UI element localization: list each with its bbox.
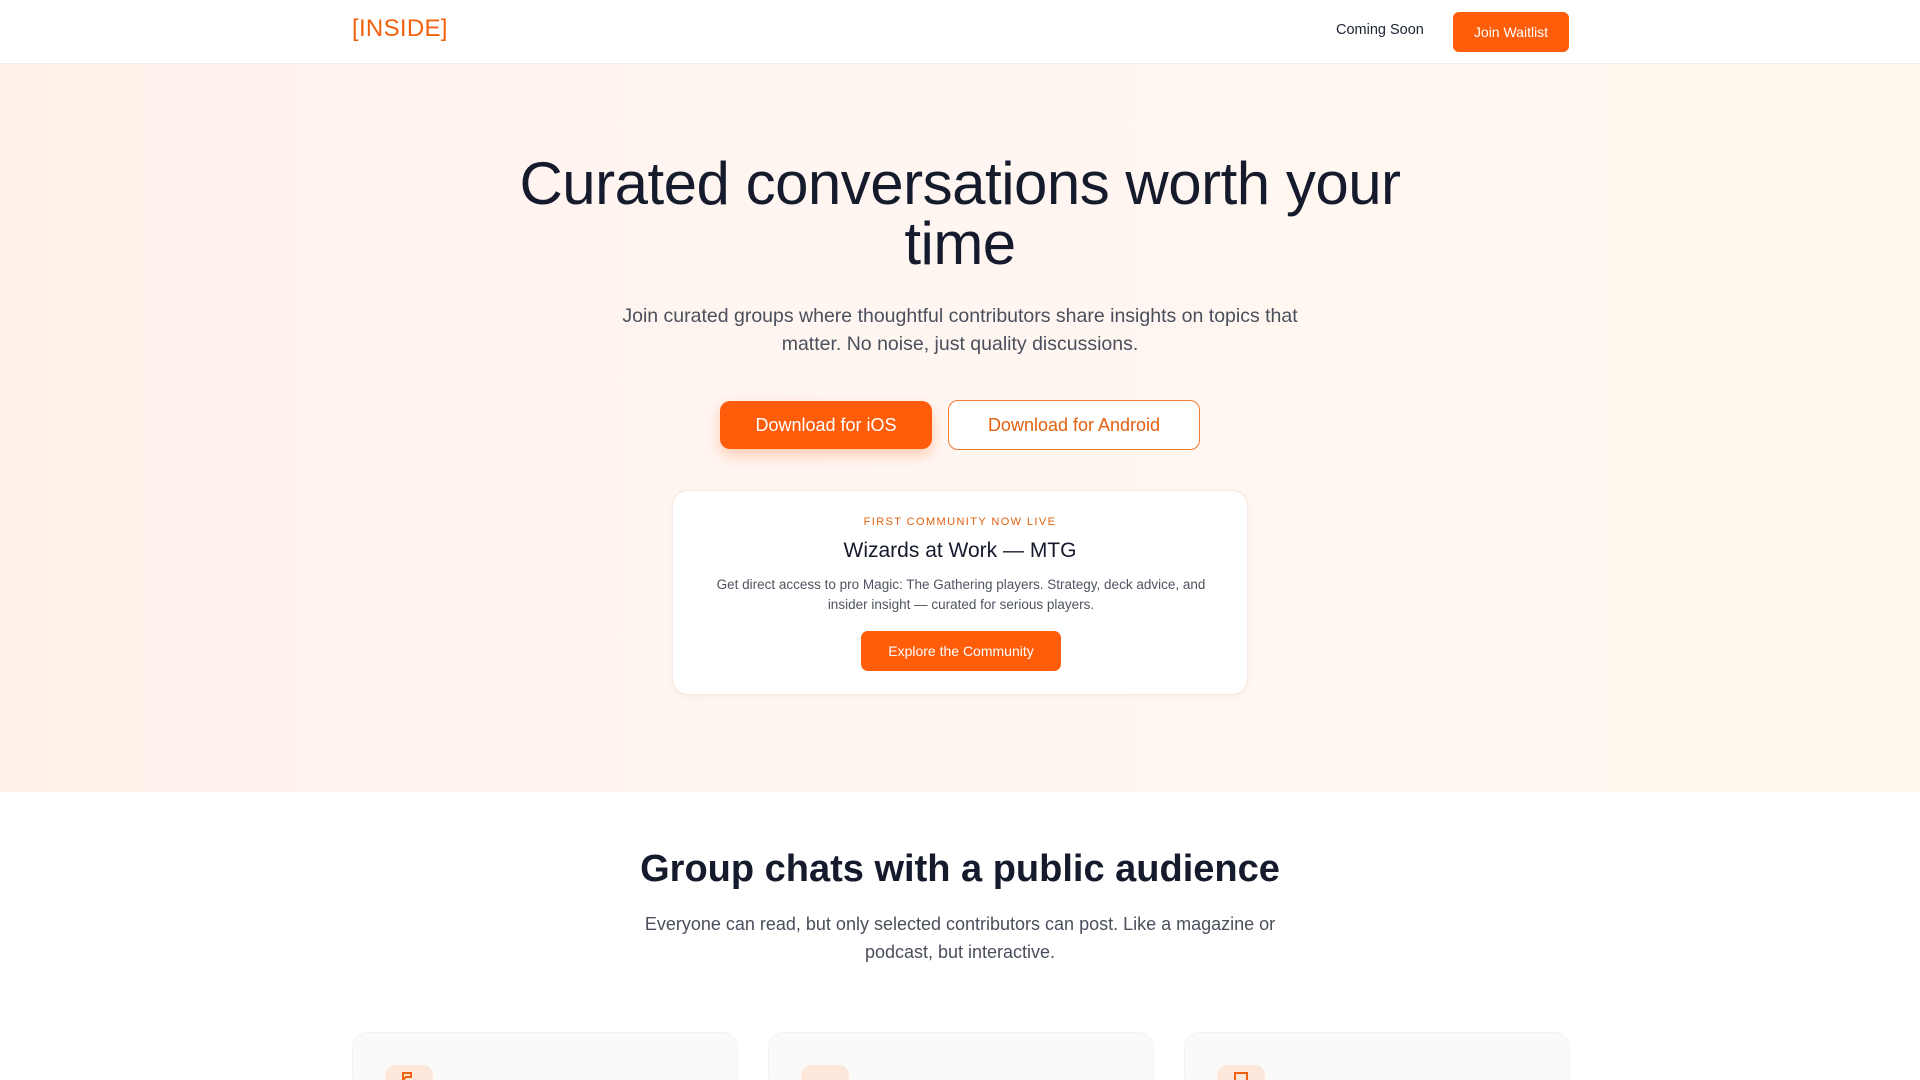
community-description: Get direct access to pro Magic: The Gath…	[716, 577, 1206, 612]
download-android-button[interactable]: Download for Android	[948, 400, 1200, 450]
join-waitlist-button[interactable]: Join Waitlist	[1453, 12, 1569, 52]
hero-section: Curated conversations worth your time Jo…	[0, 64, 1920, 792]
feature-card	[768, 1032, 1154, 1080]
community-title: Wizards at Work — MTG	[843, 539, 1077, 562]
community-card: FIRST COMMUNITY NOW LIVE Wizards at Work…	[672, 490, 1248, 695]
download-ios-button[interactable]: Download for iOS	[720, 401, 932, 449]
features-title: Group chats with a public audience	[640, 848, 1280, 890]
logo[interactable]: [INSIDE]	[352, 15, 448, 43]
chat-icon	[385, 1065, 433, 1080]
explore-community-button[interactable]: Explore the Community	[861, 631, 1061, 671]
coming-soon-link[interactable]: Coming Soon	[1336, 22, 1424, 38]
hero-subtitle: Join curated groups where thoughtful con…	[622, 305, 1298, 355]
features-subtitle: Everyone can read, but only selected con…	[644, 914, 1276, 962]
community-eyebrow: FIRST COMMUNITY NOW LIVE	[863, 516, 1057, 528]
people-icon	[801, 1065, 849, 1080]
document-icon	[1217, 1065, 1265, 1080]
hero-title: Curated conversations worth your time	[519, 150, 1401, 277]
feature-card	[1184, 1032, 1570, 1080]
top-navigation: [INSIDE] Coming Soon Join Waitlist	[0, 0, 1920, 64]
feature-card	[352, 1032, 738, 1080]
